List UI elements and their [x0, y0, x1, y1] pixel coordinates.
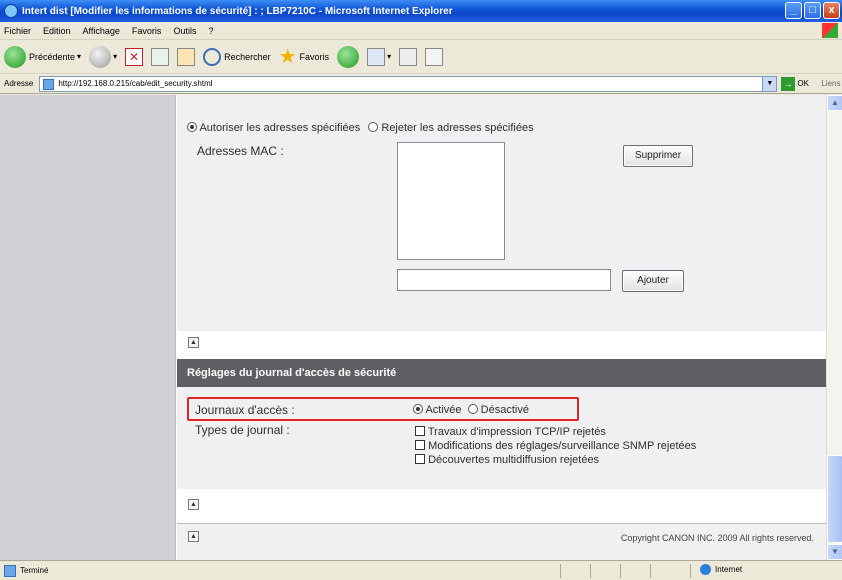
address-bar: Adresse http://192.168.0.215/cab/edit_se… [0, 74, 842, 94]
stop-button[interactable] [125, 47, 144, 66]
checkbox-multicast[interactable] [415, 454, 425, 464]
address-label: Adresse [4, 79, 34, 88]
menu-file[interactable]: Fichier [4, 26, 31, 36]
search-button[interactable]: Rechercher [203, 47, 271, 66]
ie-window: Intert dist [Modifier les informations d… [0, 0, 842, 580]
mac-address-list[interactable] [397, 142, 505, 260]
status-divider [620, 564, 621, 578]
scroll-up-arrow[interactable]: ▲ [827, 95, 842, 111]
highlight-box [187, 397, 579, 421]
close-button[interactable]: x [823, 2, 840, 19]
copyright-text: Copyright CANON INC. 2009 All rights res… [620, 533, 814, 543]
chevron-down-icon: ▾ [77, 52, 82, 61]
delete-button[interactable]: Supprimer [623, 145, 693, 167]
print-button[interactable] [399, 47, 418, 66]
home-button[interactable] [177, 47, 196, 66]
chevron-down-icon: ▾ [387, 52, 392, 61]
back-arrow-icon [4, 45, 26, 68]
footer-panel: ▲ Copyright CANON INC. 2009 All rights r… [177, 523, 826, 560]
refresh-icon [151, 47, 170, 66]
left-navigation [0, 95, 176, 560]
mac-address-input[interactable] [397, 269, 611, 291]
status-text: Terminé [20, 566, 49, 575]
checkbox-row: Travaux d'impression TCP/IP rejetés [415, 425, 696, 439]
forward-arrow-icon [89, 45, 112, 68]
section-header-security-log: Réglages du journal d'accès de sécurité [177, 359, 826, 387]
mac-filter-row: Autoriser les adresses spécifiées Rejete… [187, 122, 534, 134]
forward-button[interactable]: ▾ [89, 45, 118, 68]
mail-button[interactable]: ▾ [367, 47, 392, 66]
page-icon [43, 78, 55, 90]
checkbox-row: Découvertes multidiffusion rejetées [415, 453, 696, 467]
go-button[interactable]: → OK [781, 76, 811, 91]
mac-addresses-label: Adresses MAC : [197, 144, 284, 158]
history-icon [337, 45, 360, 68]
address-url: http://192.168.0.215/cab/edit_security.s… [58, 79, 213, 88]
status-divider [560, 564, 561, 578]
edit-button[interactable] [425, 47, 444, 66]
refresh-button[interactable] [151, 47, 170, 66]
menu-edit[interactable]: Edition [43, 26, 71, 36]
scroll-top-icon[interactable]: ▲ [188, 499, 199, 510]
title-bar: Intert dist [Modifier les informations d… [0, 0, 842, 22]
status-bar: Terminé Internet [0, 560, 842, 580]
radio-reject-label: Rejeter les adresses spécifiées [381, 122, 534, 134]
radio-allow-label: Autoriser les adresses spécifiées [199, 122, 361, 134]
back-button[interactable]: Précédente ▾ [4, 45, 82, 68]
scroll-thumb[interactable] [827, 455, 842, 543]
window-title: Intert dist [Modifier les informations d… [22, 5, 453, 17]
page-content: Autoriser les adresses spécifiées Rejete… [0, 95, 826, 560]
status-divider [590, 564, 591, 578]
document-icon [425, 47, 444, 66]
security-zone: Internet [700, 564, 742, 575]
mac-address-panel: Autoriser les adresses spécifiées Rejete… [177, 95, 826, 331]
ie-logo-icon [4, 4, 18, 18]
scroll-top-icon[interactable]: ▲ [188, 531, 199, 542]
menu-help[interactable]: ? [208, 26, 213, 36]
home-icon [177, 47, 196, 66]
address-dropdown-button[interactable]: ▼ [762, 76, 777, 91]
checkbox-tcp[interactable] [415, 426, 425, 436]
links-toolbar[interactable]: Liens [821, 79, 840, 88]
address-input[interactable]: http://192.168.0.215/cab/edit_security.s… [39, 75, 778, 92]
add-button[interactable]: Ajouter [622, 270, 684, 292]
history-button[interactable] [337, 45, 360, 68]
log-types-list: Travaux d'impression TCP/IP rejetés Modi… [415, 425, 696, 467]
search-icon [203, 47, 222, 66]
printer-icon [399, 47, 418, 66]
scroll-down-arrow[interactable]: ▼ [827, 544, 842, 560]
scroll-top-icon[interactable]: ▲ [188, 337, 199, 348]
radio-allow[interactable] [187, 122, 197, 132]
log-types-label: Types de journal : [195, 423, 290, 437]
maximize-button[interactable]: □ [804, 2, 821, 19]
stop-icon [125, 47, 144, 66]
star-icon: ★ [278, 45, 297, 68]
page-icon [4, 564, 16, 577]
radio-reject[interactable] [368, 122, 379, 132]
toolbar: Précédente ▾ ▾ Rechercher ★ Favoris ▾ [0, 40, 842, 74]
checkbox-snmp[interactable] [415, 440, 425, 450]
window-controls: _ □ x [785, 2, 840, 19]
chevron-down-icon: ▾ [113, 52, 118, 61]
globe-icon [700, 564, 711, 575]
main-area: Autoriser les adresses spécifiées Rejete… [177, 95, 826, 560]
mail-icon [367, 47, 386, 66]
minimize-button[interactable]: _ [785, 2, 802, 19]
status-divider [650, 564, 651, 578]
favorites-button[interactable]: ★ Favoris [279, 47, 329, 67]
go-arrow-icon: → [781, 76, 796, 91]
vertical-scrollbar[interactable]: ▲ ▼ [826, 95, 842, 560]
status-divider [690, 564, 691, 578]
menu-bar: Fichier Edition Affichage Favoris Outils… [0, 22, 842, 40]
menu-view[interactable]: Affichage [83, 26, 120, 36]
menu-tools[interactable]: Outils [173, 26, 196, 36]
menu-favorites[interactable]: Favoris [132, 26, 162, 36]
checkbox-row: Modifications des réglages/surveillance … [415, 439, 696, 453]
windows-logo-icon [822, 23, 838, 38]
